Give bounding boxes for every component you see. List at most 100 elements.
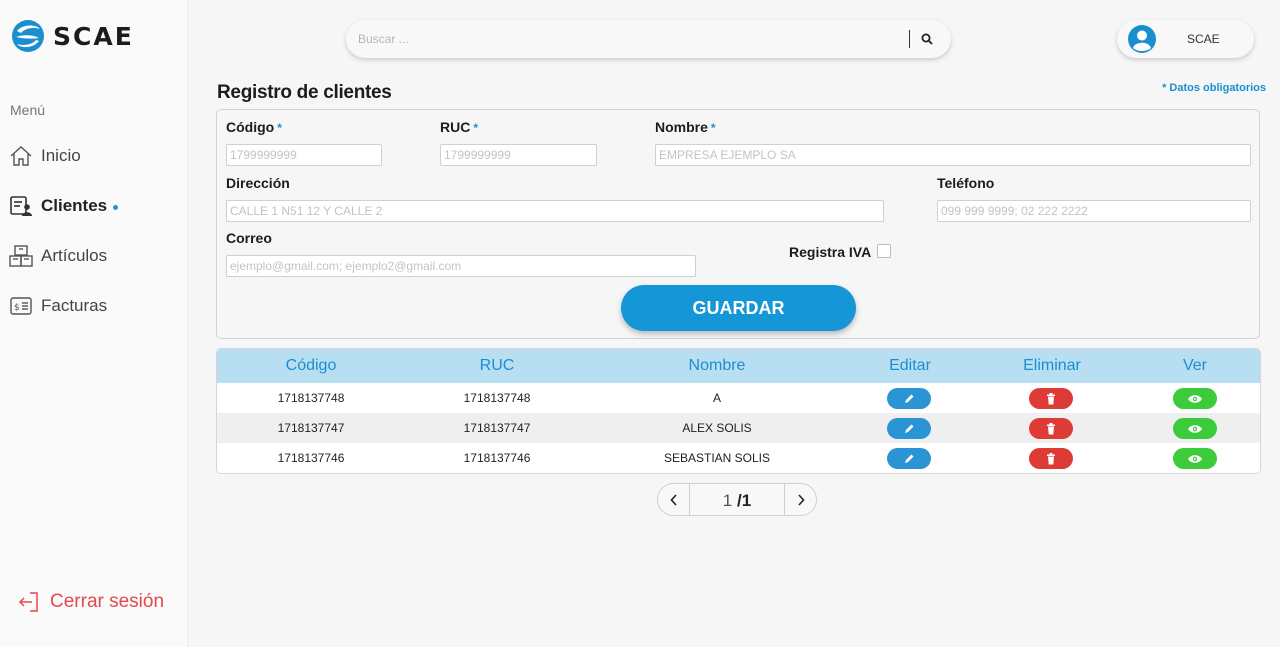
- avatar-icon: [1128, 25, 1156, 53]
- required-mark: *: [473, 121, 479, 135]
- user-name: SCAE: [1187, 32, 1220, 46]
- cell-nombre: A: [712, 391, 721, 405]
- sidebar-nav: Inicio Clientes Artículos $ Facturas: [8, 138, 183, 338]
- view-button[interactable]: [1173, 418, 1217, 439]
- delete-button[interactable]: [1029, 448, 1073, 469]
- codigo-label: Código *: [226, 119, 282, 135]
- correo-field[interactable]: [226, 255, 696, 277]
- edit-button[interactable]: [887, 448, 931, 469]
- column-header-ruc: RUC: [479, 357, 515, 374]
- save-button[interactable]: GUARDAR: [621, 285, 856, 331]
- chevron-left-icon: [669, 493, 677, 506]
- boxes-icon: [8, 243, 34, 269]
- svg-text:$: $: [14, 303, 20, 313]
- table-header: Código RUC Nombre Editar Eliminar Ver: [217, 349, 1260, 383]
- clients-table: Código RUC Nombre Editar Eliminar Ver 17…: [216, 348, 1261, 474]
- sidebar-item-label: Clientes: [41, 196, 108, 215]
- logout-icon: [18, 592, 38, 612]
- menu-label: Menú: [10, 102, 46, 118]
- next-page-button[interactable]: [784, 484, 816, 515]
- clients-icon: [8, 193, 34, 219]
- eye-icon: [1188, 424, 1202, 433]
- page-indicator: 1 /1: [690, 491, 784, 511]
- codigo-field[interactable]: [226, 144, 382, 166]
- trash-icon: [1047, 452, 1055, 464]
- cell-codigo: 1718137746: [277, 451, 345, 465]
- view-button[interactable]: [1173, 388, 1217, 409]
- logout-button[interactable]: Cerrar sesión: [18, 590, 164, 614]
- logout-label: Cerrar sesión: [50, 591, 165, 612]
- table-row: 1718137747 1718137747 ALEX SOLIS: [217, 413, 1260, 443]
- sidebar-item-inicio[interactable]: Inicio: [8, 138, 183, 174]
- column-header-editar: Editar: [889, 357, 931, 374]
- eye-icon: [1188, 394, 1202, 403]
- trash-icon: [1047, 392, 1055, 404]
- sidebar-item-facturas[interactable]: $ Facturas: [8, 288, 183, 324]
- chevron-right-icon: [797, 493, 805, 506]
- user-menu[interactable]: SCAE: [1117, 20, 1254, 58]
- pencil-icon: [905, 454, 914, 463]
- table-row: 1718137746 1718137746 SEBASTIAN SOLIS: [217, 443, 1260, 473]
- search-button[interactable]: [917, 29, 937, 49]
- sidebar-item-label: Artículos: [41, 246, 108, 265]
- direccion-label: Dirección: [226, 175, 290, 191]
- edit-button[interactable]: [887, 418, 931, 439]
- logo-icon: [12, 20, 44, 52]
- codigo-label-text: Código: [226, 119, 275, 135]
- cell-codigo: 1718137748: [277, 391, 345, 405]
- nombre-label: Nombre *: [655, 119, 716, 135]
- ruc-label: RUC *: [440, 119, 478, 135]
- column-header-eliminar: Eliminar: [1023, 357, 1081, 374]
- page-title: Registro de clientes: [217, 82, 392, 103]
- column-header-ver: Ver: [1182, 357, 1207, 374]
- pagination: 1 /1: [657, 483, 817, 516]
- eye-icon: [1188, 454, 1202, 463]
- app-name: SCAE: [53, 21, 134, 51]
- ruc-label-text: RUC: [440, 119, 471, 135]
- app-logo[interactable]: SCAE: [10, 18, 134, 54]
- pencil-icon: [905, 424, 914, 433]
- delete-button[interactable]: [1029, 388, 1073, 409]
- telefono-field[interactable]: [937, 200, 1251, 222]
- search-bar: [346, 20, 951, 58]
- cell-ruc: 1718137746: [463, 451, 531, 465]
- current-page: 1: [722, 491, 733, 510]
- sidebar: SCAE Menú Inicio Clientes Artículos $ Fa…: [0, 0, 188, 647]
- nombre-field[interactable]: [655, 144, 1251, 166]
- nombre-label-text: Nombre: [655, 119, 708, 135]
- sidebar-item-label: Facturas: [41, 296, 108, 315]
- search-input[interactable]: [358, 29, 898, 49]
- ruc-field[interactable]: [440, 144, 597, 166]
- view-button[interactable]: [1173, 448, 1217, 469]
- cell-ruc: 1718137748: [463, 391, 531, 405]
- invoice-icon: $: [8, 293, 34, 319]
- column-header-codigo: Código: [285, 357, 337, 374]
- client-form: Código* RUC* Nombre* Dirección Teléfono …: [216, 109, 1260, 339]
- home-icon: [8, 143, 34, 169]
- pencil-icon: [905, 394, 914, 403]
- required-mark: *: [277, 121, 282, 135]
- column-header-nombre: Nombre: [688, 357, 746, 374]
- total-pages: 1: [741, 491, 752, 510]
- telefono-label: Teléfono: [937, 175, 995, 191]
- edit-button[interactable]: [887, 388, 931, 409]
- table-row: 1718137748 1718137748 A: [217, 383, 1260, 413]
- registra-iva-label: Registra IVA: [789, 244, 872, 260]
- delete-button[interactable]: [1029, 418, 1073, 439]
- cell-nombre: ALEX SOLIS: [682, 421, 752, 435]
- previous-page-button[interactable]: [658, 484, 690, 515]
- sidebar-item-articulos[interactable]: Artículos: [8, 238, 183, 274]
- registra-iva-checkbox[interactable]: [877, 244, 891, 258]
- cell-codigo: 1718137747: [277, 421, 345, 435]
- sidebar-item-label: Inicio: [41, 146, 81, 165]
- correo-label: Correo: [226, 230, 272, 246]
- cell-nombre: SEBASTIAN SOLIS: [663, 451, 771, 465]
- search-icon: [921, 33, 933, 45]
- direccion-field[interactable]: [226, 200, 884, 222]
- required-mark: *: [710, 121, 716, 135]
- cell-ruc: 1718137747: [463, 421, 531, 435]
- trash-icon: [1047, 422, 1055, 434]
- required-note: * Datos obligatorios: [1162, 82, 1266, 94]
- sidebar-item-clientes[interactable]: Clientes: [8, 188, 183, 224]
- search-divider: [909, 30, 910, 48]
